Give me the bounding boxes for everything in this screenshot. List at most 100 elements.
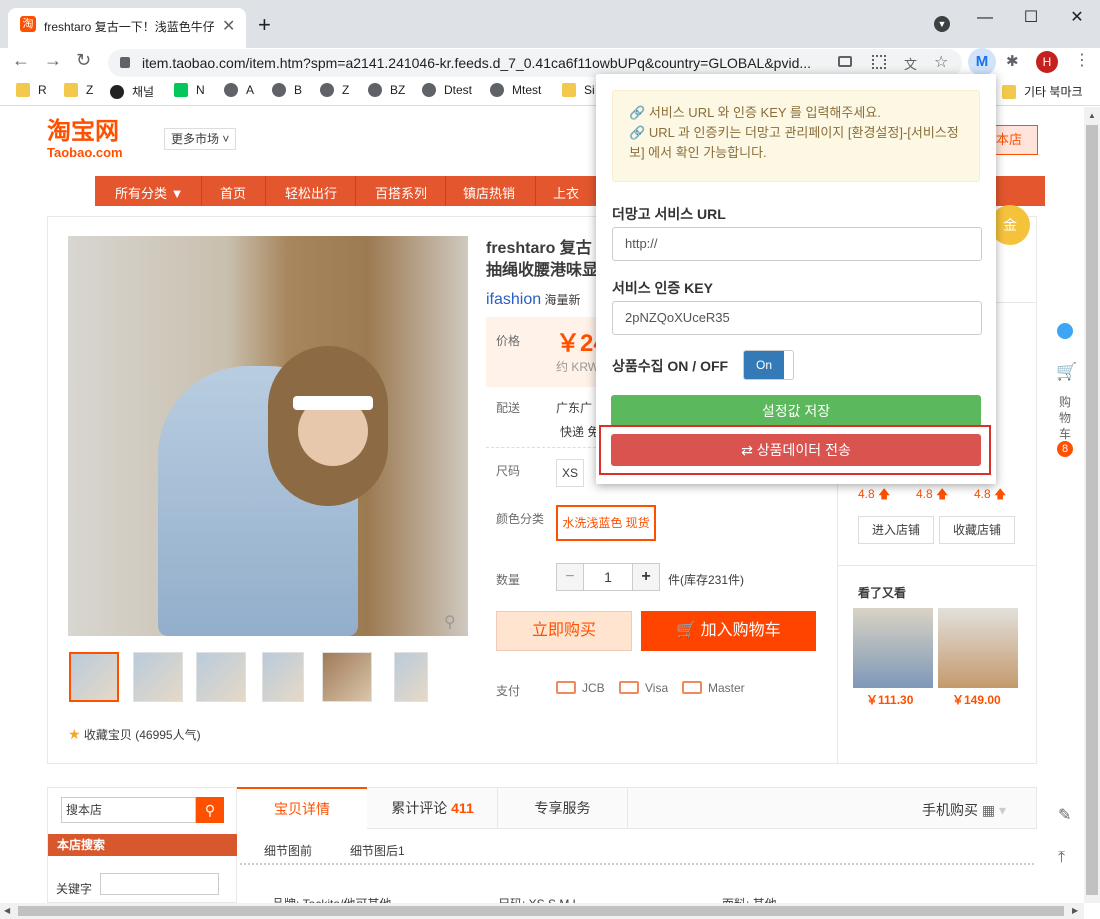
favorite-item[interactable]: ★ 收藏宝贝 (46995人气) [68, 726, 201, 743]
browser-tab[interactable]: 淘 freshtaro 复古一下！浅蓝色牛仔 ✕ [8, 8, 246, 48]
back-icon[interactable]: ← [12, 50, 30, 71]
send-product-data-button[interactable]: ⇄ 상품데이터 전송 [611, 434, 981, 466]
buy-now-button[interactable]: 立即购买 [496, 611, 632, 651]
qty-input[interactable]: 1 [583, 563, 633, 591]
card-icon [619, 681, 639, 694]
new-tab-icon[interactable]: + [258, 12, 271, 38]
link-icon: 🔗 [629, 125, 646, 140]
menu-kebab-icon[interactable]: ⋮ [1074, 50, 1090, 70]
shop-search-box: 搜本店 ⚲ 本店搜索 关键字 [47, 787, 237, 903]
info-alert: 🔗 서비스 URL 와 인증 KEY 를 입력해주세요. 🔗 URL 과 인증키… [612, 90, 980, 182]
enter-shop-button[interactable]: 进入店铺 [858, 516, 934, 544]
taobao-logo[interactable]: 淘宝网 Taobao.com [47, 119, 147, 163]
nav-item[interactable]: 上衣 [553, 183, 579, 202]
save-settings-button[interactable]: 설정값 저장 [611, 395, 981, 427]
qty-minus-button[interactable]: − [556, 563, 584, 591]
auth-key-label: 서비스 인증 KEY [612, 280, 713, 296]
extension-mango-icon[interactable]: M [968, 48, 996, 76]
bookmark-item[interactable]: N [174, 83, 205, 97]
bookmark-item[interactable]: Si [562, 83, 595, 97]
keyword-input[interactable] [100, 873, 219, 895]
cast-icon[interactable] [838, 56, 852, 67]
nav-item[interactable]: 镇店热销 [463, 183, 515, 202]
minimize-icon[interactable]: — [962, 4, 1008, 32]
url-text: item.taobao.com/item.htm?spm=a2141.24104… [142, 55, 812, 71]
bookmark-item[interactable]: R [16, 83, 47, 97]
chat-icon[interactable] [1057, 323, 1073, 339]
window-close-icon[interactable]: ✕ [1054, 4, 1100, 32]
bookmark-item[interactable]: Z [64, 83, 93, 97]
thumbnail[interactable] [69, 652, 119, 702]
horizontal-scrollbar[interactable]: ◀ ▶ [0, 903, 1084, 919]
bookmark-star-icon[interactable]: ☆ [934, 52, 948, 72]
bookmark-item[interactable]: BZ [368, 83, 405, 97]
avatar[interactable]: H [1036, 51, 1058, 73]
bookmark-item[interactable]: B [272, 83, 302, 97]
bookmark-item[interactable]: Dtest [422, 83, 472, 97]
scroll-thumb[interactable] [1086, 125, 1098, 895]
thumbnail[interactable] [322, 652, 372, 702]
cart-side-icon[interactable]: 🛒 [1056, 362, 1077, 382]
search-button[interactable]: ⚲ [196, 797, 224, 823]
globe-icon [320, 83, 334, 97]
mobile-buy[interactable]: 手机购买 ▦ ▾ [922, 800, 1006, 820]
tab-reviews[interactable]: 累计评论 411 [368, 787, 498, 829]
bookmark-item[interactable]: Z [320, 83, 349, 97]
nav-home[interactable]: 首页 [220, 183, 246, 202]
tab-title: freshtaro 复古一下！浅蓝色牛仔 [44, 20, 214, 34]
card-icon [682, 681, 702, 694]
extensions-puzzle-icon[interactable]: ✱ [1006, 52, 1019, 70]
exchange-icon: ⇄ [741, 442, 753, 458]
maximize-icon[interactable]: ☐ [1008, 4, 1054, 32]
thumbnail[interactable] [196, 652, 246, 702]
forward-icon[interactable]: → [44, 50, 62, 71]
scroll-thumb[interactable] [18, 906, 1064, 916]
nav-all-categories[interactable]: 所有分类 ▼ [115, 183, 183, 202]
recommend-image[interactable] [853, 608, 933, 688]
edit-icon[interactable]: ✎ [1058, 805, 1071, 825]
back-to-top-icon[interactable]: ⤒ [1058, 849, 1065, 867]
thumbnail[interactable] [394, 652, 428, 702]
bookmark-item[interactable]: A [224, 83, 254, 97]
rating: 4.8 🡅 [858, 487, 891, 501]
shop-search-input[interactable]: 搜本店 [61, 797, 196, 823]
channel-icon [110, 85, 124, 99]
size-option[interactable]: XS [556, 459, 584, 487]
thumbnail[interactable] [262, 652, 304, 702]
tab-close-icon[interactable]: ✕ [222, 16, 235, 36]
vertical-scrollbar[interactable]: ▲ [1084, 107, 1100, 903]
translate-icon[interactable]: 文 [904, 54, 917, 73]
color-option[interactable]: 水洗浅蓝色 现货 [556, 505, 656, 541]
add-to-cart-button[interactable]: 🛒 加入购物车 [641, 611, 816, 651]
pay-jcb: JCB [556, 681, 605, 695]
favorite-shop-button[interactable]: 收藏店铺 [939, 516, 1015, 544]
star-icon: ★ [68, 726, 81, 742]
collect-toggle[interactable]: On [743, 350, 794, 380]
bookmark-item[interactable]: Mtest [490, 83, 541, 97]
bookmark-item[interactable]: 채널 [110, 83, 154, 100]
qr-icon[interactable] [872, 55, 886, 69]
qty-plus-button[interactable]: + [632, 563, 660, 591]
collect-toggle-label: 상품수집 ON / OFF [612, 358, 729, 374]
main-product-image[interactable]: ⚲ [68, 236, 468, 636]
bookmark-other[interactable]: 기타 북마크 [1002, 83, 1083, 100]
naver-icon [174, 83, 188, 97]
shop-search-header: 本店搜索 [48, 834, 237, 856]
tab-search-icon[interactable]: ▼ [934, 16, 950, 32]
nav-item[interactable]: 百搭系列 [375, 183, 427, 202]
recommend-image[interactable] [938, 608, 1018, 688]
lock-icon[interactable] [120, 57, 130, 68]
service-url-input[interactable]: http:// [612, 227, 982, 261]
address-bar[interactable]: item.taobao.com/item.htm?spm=a2141.24104… [108, 49, 962, 77]
tab-detail[interactable]: 宝贝详情 [237, 787, 367, 829]
nav-item[interactable]: 轻松出行 [285, 183, 337, 202]
card-icon [556, 681, 576, 694]
tab-strip: 淘 freshtaro 复古一下！浅蓝色牛仔 ✕ + ▼ — ☐ ✕ [0, 0, 1100, 48]
reload-icon[interactable]: ↻ [76, 50, 91, 71]
more-markets-select[interactable]: 更多市场 ˅ [164, 128, 236, 150]
zoom-icon[interactable]: ⚲ [444, 612, 456, 632]
globe-icon [224, 83, 238, 97]
auth-key-input[interactable]: 2pNZQoXUceR35 [612, 301, 982, 335]
thumbnail[interactable] [133, 652, 183, 702]
tab-service[interactable]: 专享服务 [498, 787, 628, 829]
